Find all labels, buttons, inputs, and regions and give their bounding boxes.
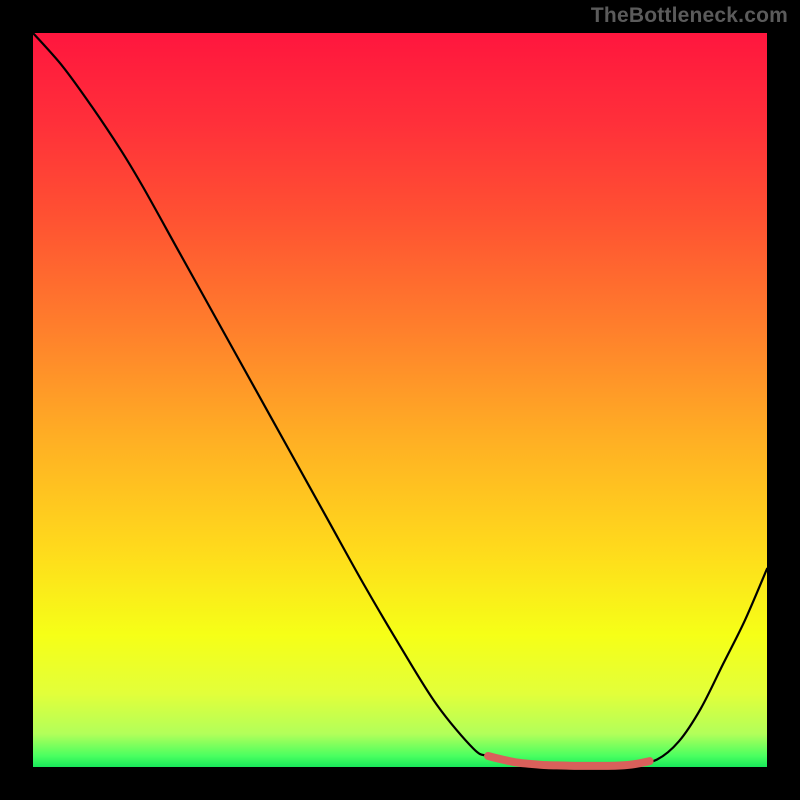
bottleneck-chart [0, 0, 800, 800]
chart-stage: TheBottleneck.com [0, 0, 800, 800]
gradient-panel [33, 33, 767, 767]
watermark-text: TheBottleneck.com [591, 4, 788, 28]
